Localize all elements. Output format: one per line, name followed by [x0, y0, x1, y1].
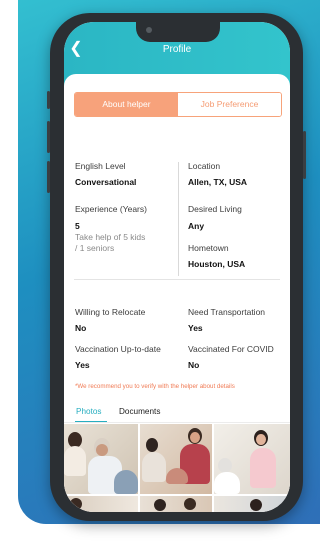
location-label: Location: [188, 161, 221, 171]
phone-notch: [136, 22, 220, 42]
english-level-value: Conversational: [75, 177, 137, 187]
experience-label: Experience (Years): [75, 204, 147, 214]
desired-living-value: Any: [188, 221, 205, 231]
volume-up-button: [47, 121, 50, 153]
hometown-value: Houston, USA: [188, 259, 246, 269]
section-divider: [74, 279, 280, 280]
transport-value: Yes: [188, 323, 203, 333]
english-level-label: English Level: [75, 161, 126, 171]
gallery-photo[interactable]: [214, 424, 290, 494]
gallery-photo[interactable]: [64, 496, 138, 512]
relocate-label: Willing to Relocate: [75, 307, 146, 317]
covid-label: Vaccinated For COVID: [188, 344, 274, 354]
profile-content: About helper Job Preference English Leve…: [64, 74, 290, 512]
phone-screen: ❮ Profile About helper Job Preference En…: [64, 22, 290, 512]
covid-value: No: [188, 360, 200, 370]
verify-warning-text: *We recommend you to verify with the hel…: [75, 383, 235, 390]
vaccination-value: Yes: [75, 360, 90, 370]
tab-divider: [64, 422, 290, 423]
mute-switch: [47, 91, 50, 109]
photo-gallery: [64, 424, 290, 512]
tab-job-preference[interactable]: Job Preference: [178, 93, 281, 116]
volume-down-button: [47, 161, 50, 193]
hometown-label: Hometown: [188, 243, 229, 253]
transport-label: Need Transportation: [188, 307, 266, 317]
relocate-value: No: [75, 323, 87, 333]
desired-living-label: Desired Living: [188, 204, 242, 214]
page-title: Profile: [162, 44, 192, 55]
tab-about-helper[interactable]: About helper: [75, 93, 178, 116]
gallery-photo[interactable]: [140, 424, 212, 494]
gallery-photo[interactable]: [214, 496, 290, 512]
profile-section-tabs: About helper Job Preference: [74, 92, 282, 117]
column-divider: [178, 162, 179, 276]
location-value: Allen, TX, USA: [188, 177, 248, 187]
experience-note-line2: / 1 seniors: [75, 243, 115, 253]
experience-value: 5: [75, 221, 80, 231]
gallery-photo[interactable]: [64, 424, 138, 494]
vaccination-label: Vaccination Up-to-date: [75, 344, 161, 354]
power-button: [303, 131, 306, 179]
tab-documents[interactable]: Documents: [119, 407, 160, 416]
experience-note-line1: Take help of 5 kids: [75, 232, 146, 242]
gallery-photo[interactable]: [140, 496, 212, 512]
tab-photos[interactable]: Photos: [76, 407, 102, 416]
camera-icon: [146, 27, 152, 33]
